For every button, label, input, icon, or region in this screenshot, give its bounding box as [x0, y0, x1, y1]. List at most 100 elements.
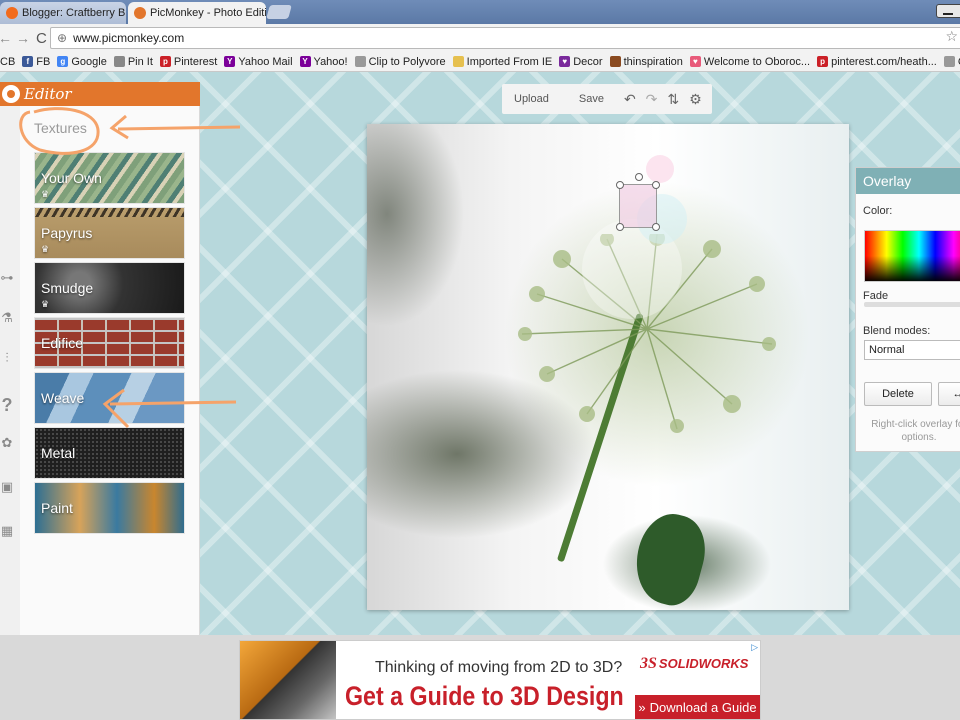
forward-arrow-icon[interactable]: → — [14, 30, 32, 46]
tab-title: PicMonkey - Photo Editing — [150, 7, 266, 19]
color-label: Color: — [863, 205, 893, 217]
bookmark-item[interactable]: Creative Co-Op - W... — [943, 56, 960, 68]
textures-tool-icon[interactable]: ▦ — [0, 524, 14, 538]
overlay-panel-title: Overlay — [856, 168, 960, 194]
reload-icon[interactable]: C — [36, 30, 47, 47]
bookmark-item[interactable]: thinspiration — [609, 56, 683, 68]
bookmarks-bar: CB f FB g Google Pin It p Pinterest Y Yahoo Mail Y… — [0, 52, 960, 72]
resize-handle[interactable] — [652, 223, 660, 231]
texture-label: Papyrus — [41, 225, 93, 241]
texture-your-own[interactable]: Your Own ♛ — [34, 152, 185, 204]
texture-paint[interactable]: Paint — [34, 482, 185, 534]
palette-icon — [2, 85, 20, 103]
undo-icon[interactable]: ↶ — [624, 91, 636, 108]
bookmark-favicon-icon — [354, 56, 366, 67]
photo-canvas[interactable] — [367, 124, 849, 610]
bookmark-item[interactable]: Y Yahoo Mail — [224, 55, 293, 68]
overlays-tool-icon[interactable]: ✿ — [0, 436, 14, 450]
brand-name: SOLIDWORKS — [658, 656, 749, 671]
bookmark-item[interactable]: g Google — [57, 56, 107, 68]
download-guide-button[interactable]: » Download a Guide — [635, 695, 760, 719]
bookmark-item[interactable]: ♥ Welcome to Oboroc... — [689, 55, 811, 68]
ad-headline: Thinking of moving from 2D to 3D? — [375, 659, 623, 676]
flip-overlay-button[interactable]: ↔ — [938, 382, 960, 406]
crown-icon: ♛ — [41, 299, 50, 309]
selected-overlay[interactable] — [616, 173, 660, 231]
save-button[interactable]: Save — [579, 93, 604, 105]
bookmark-favicon-icon — [609, 56, 621, 67]
browser-tab-strip: Blogger: Craftberry Bush - × PicMonkey -… — [0, 0, 960, 24]
bookmark-item[interactable]: ♥ Decor — [559, 56, 603, 68]
editor-toolbar: Upload Save ↶ ↷ ⇅ ⚙ — [502, 84, 712, 114]
layers-icon[interactable]: ⇅ — [667, 91, 679, 108]
blend-mode-select[interactable]: Normal — [864, 340, 960, 360]
bookmark-label: Imported From IE — [466, 55, 553, 68]
ad-brand: 3S SOLIDWORKS — [640, 655, 748, 673]
bookmark-item[interactable]: p pinterest.com/heath... — [817, 56, 937, 68]
tab-picmonkey[interactable]: PicMonkey - Photo Editing × — [128, 2, 266, 24]
bookmark-label: Welcome to Oboroc... — [703, 55, 811, 68]
effects-tool-icon[interactable]: ⚗ — [0, 311, 14, 325]
adchoices-icon[interactable]: ▷ — [751, 642, 758, 653]
texture-edifice[interactable]: Edifice — [34, 317, 185, 369]
picmonkey-app: Editor ⊶ ⚗ ⫶ ? ✿ ▣ ▦ Textures Your Own ♛… — [0, 72, 960, 635]
window-minimize-button[interactable] — [936, 4, 960, 18]
bookmark-item[interactable]: p Pinterest — [159, 56, 217, 68]
editor-title: Editor — [24, 85, 72, 103]
upload-button[interactable]: Upload — [514, 93, 549, 105]
texture-label: Smudge — [41, 280, 94, 296]
texture-papyrus[interactable]: Papyrus ♛ — [34, 207, 185, 259]
address-bar[interactable]: ⊕ www.picmonkey.com — [50, 27, 960, 49]
bookmark-favicon-icon: f — [22, 56, 34, 67]
bookmark-favicon-icon — [452, 56, 464, 67]
bookmark-label: Pin It — [127, 55, 153, 68]
bookmark-item[interactable]: Y Yahoo! — [299, 55, 348, 68]
new-tab-button[interactable] — [266, 5, 292, 19]
bookmark-label: CB — [0, 55, 16, 68]
bookmark-favicon-icon: Y — [224, 56, 236, 67]
text-tool-icon[interactable]: ? — [0, 396, 14, 414]
settings-gear-icon[interactable]: ⚙ — [689, 91, 702, 108]
texture-weave[interactable]: Weave — [34, 372, 185, 424]
bookmark-favicon-icon — [943, 56, 955, 67]
blogger-favicon-icon — [6, 7, 18, 19]
bookmark-item[interactable]: f FB — [22, 56, 50, 68]
bookmark-item[interactable]: CB — [0, 56, 15, 68]
touch-up-tool-icon[interactable]: ⫶ — [0, 351, 14, 365]
adjust-tool-icon[interactable]: ⊶ — [0, 271, 14, 285]
back-arrow-icon[interactable]: ← — [0, 30, 14, 46]
solidworks-ad[interactable]: Thinking of moving from 2D to 3D? Get a … — [239, 640, 761, 720]
redo-icon[interactable]: ↷ — [646, 91, 658, 108]
bookmark-item[interactable]: Pin It — [113, 55, 153, 68]
fade-slider[interactable] — [864, 302, 960, 307]
globe-icon: ⊕ — [57, 31, 68, 45]
texture-metal[interactable]: Metal — [34, 427, 185, 479]
bookmark-item[interactable]: Clip to Polyvore — [354, 55, 446, 68]
texture-label: Your Own — [41, 170, 102, 186]
download-chevron-icon: » — [638, 699, 646, 715]
resize-handle[interactable] — [652, 181, 660, 189]
bookmark-label: Clip to Polyvore — [368, 55, 446, 68]
ad-area: Thinking of moving from 2D to 3D? Get a … — [0, 635, 960, 720]
color-picker[interactable] — [864, 230, 960, 282]
bookmark-star-icon[interactable]: ☆ — [945, 28, 958, 45]
bookmark-label: Yahoo! — [313, 55, 348, 68]
frames-tool-icon[interactable]: ▣ — [0, 480, 14, 494]
bookmark-item[interactable]: Imported From IE — [452, 55, 553, 68]
resize-handle[interactable] — [616, 223, 624, 231]
rotate-handle[interactable] — [635, 173, 643, 181]
crown-icon: ♛ — [41, 244, 50, 254]
texture-smudge[interactable]: Smudge ♛ — [34, 262, 185, 314]
bookmark-favicon-icon — [113, 56, 125, 67]
tab-blogger[interactable]: Blogger: Craftberry Bush - × — [0, 2, 126, 24]
flower-leaf — [626, 506, 714, 610]
fade-label: Fade — [863, 290, 889, 302]
resize-handle[interactable] — [616, 181, 624, 189]
bookmark-label: FB — [36, 55, 51, 68]
bookmark-label: Yahoo Mail — [238, 55, 293, 68]
tool-strip: ⊶ ⚗ ⫶ ? ✿ ▣ ▦ — [0, 106, 20, 635]
delete-overlay-button[interactable]: Delete — [864, 382, 932, 406]
overlay-hint: Right-click overlay for options. — [871, 419, 960, 443]
bookmark-favicon-icon: g — [57, 56, 69, 67]
ad-cta[interactable]: Get a Guide to 3D Design — [345, 681, 624, 712]
